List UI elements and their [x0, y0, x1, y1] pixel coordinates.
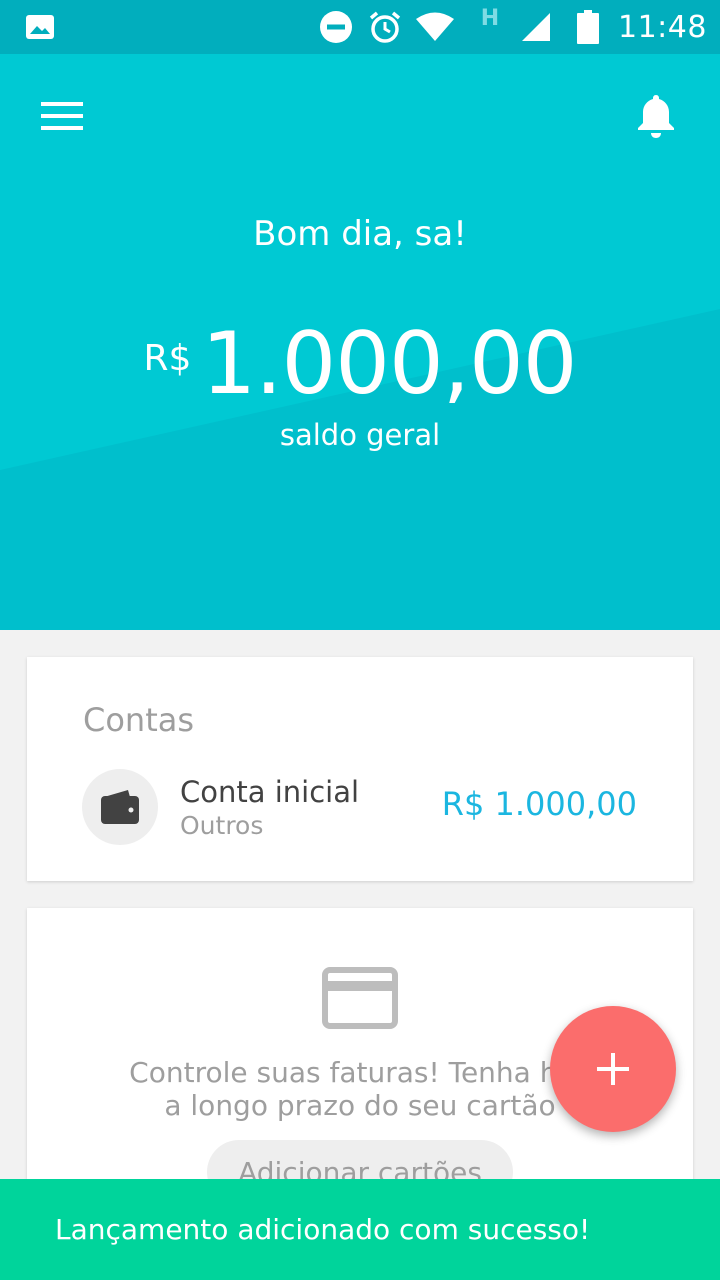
notifications-button[interactable] — [620, 84, 692, 148]
battery-icon — [574, 0, 602, 54]
balance-header: Bom dia, sa! R$ 1.000,00 saldo geral — [0, 54, 720, 630]
account-name: Conta inicial — [180, 775, 360, 809]
accounts-card: Contas Conta inicial Outros R$ 1.000,00 — [27, 657, 693, 881]
credit-card-icon — [321, 966, 399, 1030]
alarm-icon — [366, 0, 404, 54]
wallet-icon — [101, 790, 139, 824]
add-transaction-fab[interactable] — [550, 1006, 676, 1132]
bell-icon — [638, 95, 674, 138]
total-balance: R$ 1.000,00 — [0, 316, 720, 412]
success-snackbar: Lançamento adicionado com sucesso! — [0, 1179, 720, 1280]
clock: 11:48 — [618, 9, 707, 45]
hamburger-menu-icon — [41, 102, 83, 130]
network-type: H — [480, 6, 500, 31]
account-row[interactable]: Conta inicial Outros R$ 1.000,00 — [27, 767, 693, 847]
signal-icon — [518, 0, 554, 54]
do-not-disturb-icon — [318, 0, 354, 54]
greeting: Bom dia, sa! — [253, 214, 467, 254]
account-avatar — [82, 769, 158, 845]
snackbar-message: Lançamento adicionado com sucesso! — [55, 1213, 591, 1246]
image-icon — [24, 0, 56, 54]
currency-symbol: R$ — [143, 338, 192, 379]
balance-amount: 1.000,00 — [201, 314, 577, 414]
wifi-icon — [414, 0, 456, 54]
plus-icon — [597, 1053, 629, 1085]
balance-label: saldo geral — [279, 418, 441, 452]
account-balance: R$ 1.000,00 — [441, 785, 637, 823]
status-bar: H 11:48 — [0, 0, 720, 54]
accounts-title: Contas — [83, 701, 195, 739]
menu-button[interactable] — [26, 84, 98, 148]
account-type: Outros — [180, 811, 264, 840]
